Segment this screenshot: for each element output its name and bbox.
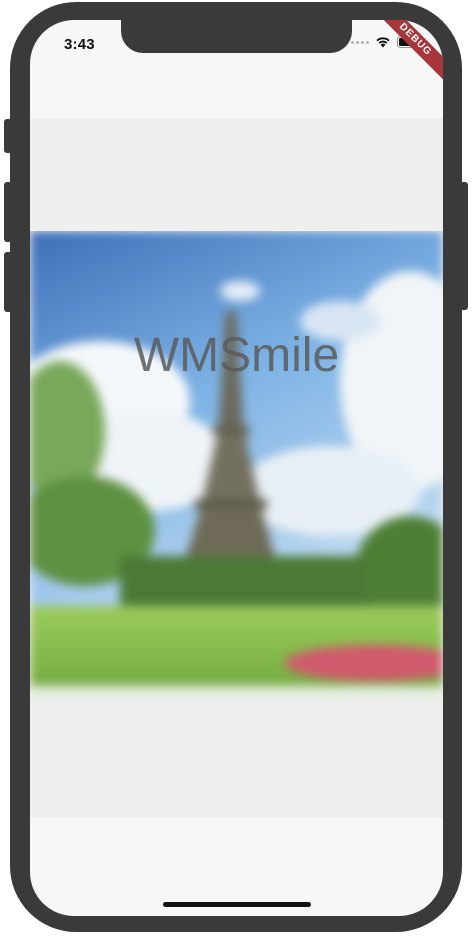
status-time: 3:43	[64, 36, 95, 53]
overlay-title: WMSmile	[133, 329, 340, 382]
wifi-icon	[375, 36, 391, 48]
phone-screen: 3:43 DEBUG WMSmile	[30, 20, 443, 916]
home-indicator[interactable]	[163, 902, 311, 907]
notch	[121, 20, 352, 53]
background-photo	[30, 231, 443, 701]
content-area: WMSmile	[30, 118, 443, 818]
signal-icon	[351, 40, 369, 44]
